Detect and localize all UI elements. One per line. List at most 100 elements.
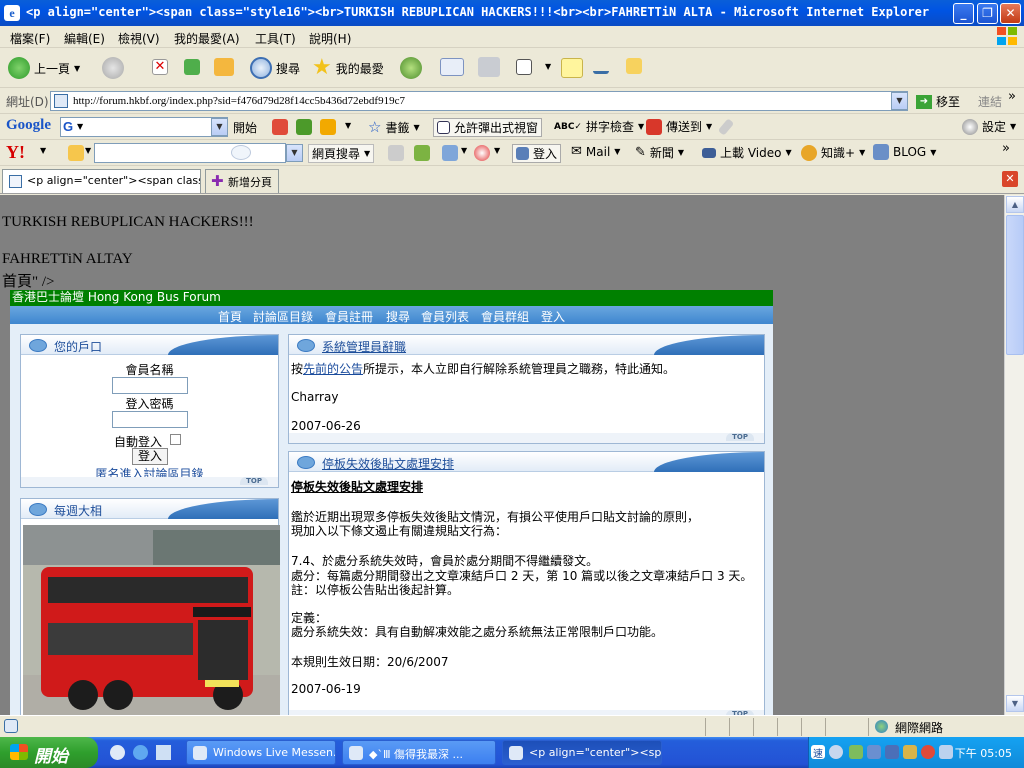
menu-help[interactable]: 說明(H): [309, 30, 351, 47]
menu-tools[interactable]: 工具(T): [255, 30, 296, 47]
go-button[interactable]: ➜ 移至: [916, 93, 960, 110]
back-button[interactable]: 上一頁 ▼: [8, 57, 80, 79]
pagerank-icon[interactable]: [272, 119, 288, 135]
highlighter-dropdown-icon[interactable]: ▼: [85, 146, 91, 155]
google-page-icon[interactable]: [296, 119, 312, 135]
resign-panel-title[interactable]: 系統管理員辭職: [322, 338, 406, 355]
vertical-scrollbar[interactable]: ▲ ▼: [1004, 195, 1024, 715]
menu-view[interactable]: 檢視(V): [118, 30, 160, 47]
links-label[interactable]: 連結: [978, 93, 1002, 110]
task-chat[interactable]: ◆`Ⅲ 傷得我最深 ...: [342, 740, 496, 765]
yahoo-search-input[interactable]: [94, 143, 286, 163]
forward-arrow-icon[interactable]: [102, 57, 124, 79]
nav-memberlist[interactable]: 會員列表: [421, 308, 469, 325]
task-browser[interactable]: <p align="center"><sp...: [502, 740, 662, 765]
messenger-icon[interactable]: [593, 58, 609, 74]
google-search-dropdown-icon[interactable]: ▼: [211, 118, 228, 136]
google-logo[interactable]: Google: [6, 117, 51, 134]
rules-panel-title[interactable]: 停板失效後貼文處理安排: [322, 455, 454, 472]
yahoo-login-button[interactable]: 登入: [512, 144, 562, 163]
bus-photo[interactable]: [23, 525, 280, 715]
refresh-icon[interactable]: [184, 59, 200, 75]
bookmarks-button[interactable]: ☆ 書籤 ▼: [368, 118, 420, 136]
tray-app-icon[interactable]: [849, 745, 863, 759]
login-button[interactable]: 登入: [132, 448, 168, 465]
target-dropdown-icon[interactable]: ▼: [494, 146, 500, 155]
minimize-button[interactable]: _: [953, 3, 974, 24]
close-tab-icon[interactable]: ✕: [1002, 171, 1018, 187]
tab-active[interactable]: <p align="center"><span class="st...: [2, 169, 201, 193]
back-dropdown-icon[interactable]: ▼: [74, 64, 80, 73]
search-button[interactable]: 搜尋: [250, 57, 300, 79]
tray-arrow-icon[interactable]: [829, 745, 843, 759]
scroll-thumb[interactable]: [1006, 215, 1024, 355]
links-chevron-icon[interactable]: »: [1008, 89, 1016, 104]
task-messenger[interactable]: Windows Live Messen...: [186, 740, 336, 765]
popup-blocker-button[interactable]: 允許彈出式視窗: [433, 118, 543, 137]
history-icon[interactable]: [400, 57, 422, 79]
ie-quicklaunch-icon[interactable]: [133, 745, 148, 760]
yahoo-logo[interactable]: Y!: [6, 142, 25, 163]
google-search-input[interactable]: G ▼: [60, 117, 228, 137]
window-icon[interactable]: [442, 145, 458, 161]
stop-icon[interactable]: ✕: [152, 59, 168, 75]
google-start-button[interactable]: 開始: [233, 119, 257, 136]
previous-notice-link[interactable]: 先前的公告: [303, 362, 363, 376]
scroll-down-icon[interactable]: ▼: [1006, 695, 1024, 712]
show-desktop-icon[interactable]: [156, 745, 171, 760]
top-link[interactable]: TOP: [240, 477, 268, 485]
nav-login[interactable]: 登入: [541, 308, 565, 325]
nav-register[interactable]: 會員註冊: [325, 308, 373, 325]
scroll-up-icon[interactable]: ▲: [1006, 196, 1024, 213]
close-button[interactable]: ✕: [1000, 3, 1021, 24]
nav-groups[interactable]: 會員群組: [481, 308, 529, 325]
menu-favorites[interactable]: 我的最愛(A): [174, 30, 240, 47]
yahoo-blog-button[interactable]: BLOG ▼: [873, 144, 936, 160]
favorites-button[interactable]: ★ 我的最愛: [312, 57, 384, 79]
google-options-dropdown-icon[interactable]: ▼: [345, 121, 351, 130]
media-player-icon[interactable]: [110, 745, 125, 760]
highlight-pen-icon[interactable]: [414, 145, 430, 161]
maximize-button[interactable]: ❐: [977, 3, 998, 24]
address-dropdown-icon[interactable]: ▼: [891, 92, 908, 110]
note-icon[interactable]: [561, 58, 583, 78]
nav-search[interactable]: 搜尋: [386, 308, 410, 325]
start-button[interactable]: 開始: [0, 737, 98, 768]
password-input[interactable]: [112, 411, 188, 428]
highlighter-icon[interactable]: [68, 145, 84, 161]
mail-icon[interactable]: [440, 58, 464, 76]
clock[interactable]: 下午 05:05: [955, 745, 1012, 761]
new-tab-button[interactable]: ✚ 新增分頁: [205, 169, 279, 193]
top-link[interactable]: TOP: [726, 433, 754, 441]
yahoo-chevron-icon[interactable]: »: [1002, 141, 1010, 156]
tray-volume-icon[interactable]: [939, 745, 953, 759]
window-dropdown-icon[interactable]: ▼: [461, 146, 467, 155]
auto-login-checkbox[interactable]: [170, 434, 181, 445]
google-g-dropdown-icon[interactable]: ▼: [77, 122, 83, 131]
edit-dropdown-icon[interactable]: ▼: [545, 62, 551, 71]
yahoo-mail-button[interactable]: ✉ Mail ▼: [571, 144, 620, 159]
send-to-button[interactable]: 傳送到 ▼: [646, 118, 712, 135]
home-icon[interactable]: [214, 58, 234, 76]
edit-icon[interactable]: [516, 59, 532, 75]
research-icon[interactable]: [626, 58, 642, 74]
web-search-button[interactable]: 網頁搜尋 ▼: [308, 144, 375, 163]
menu-file[interactable]: 檔案(F): [10, 30, 50, 47]
tray-security-icon[interactable]: [903, 745, 917, 759]
tray-network-icon[interactable]: [867, 745, 881, 759]
settings-button[interactable]: 設定 ▼: [962, 118, 1016, 135]
print-icon[interactable]: [478, 57, 500, 77]
ime-icon[interactable]: 速: [811, 745, 825, 760]
target-icon[interactable]: [474, 145, 490, 161]
pen-icon[interactable]: [717, 118, 735, 136]
nav-home[interactable]: 首頁: [218, 308, 242, 325]
address-input[interactable]: http://forum.hkbf.org/index.php?sid=f476…: [50, 91, 908, 111]
yahoo-video-button[interactable]: 上載 Video ▼: [702, 144, 792, 161]
yahoo-search-dropdown-icon[interactable]: ▼: [286, 144, 303, 162]
nav-forum-index[interactable]: 討論區目錄: [253, 308, 313, 325]
highlight-icon[interactable]: [320, 119, 336, 135]
tray-alert-icon[interactable]: [921, 745, 935, 759]
username-input[interactable]: [112, 377, 188, 394]
menu-edit[interactable]: 編輯(E): [64, 30, 105, 47]
yahoo-knowledge-button[interactable]: 知識+ ▼: [801, 144, 865, 161]
